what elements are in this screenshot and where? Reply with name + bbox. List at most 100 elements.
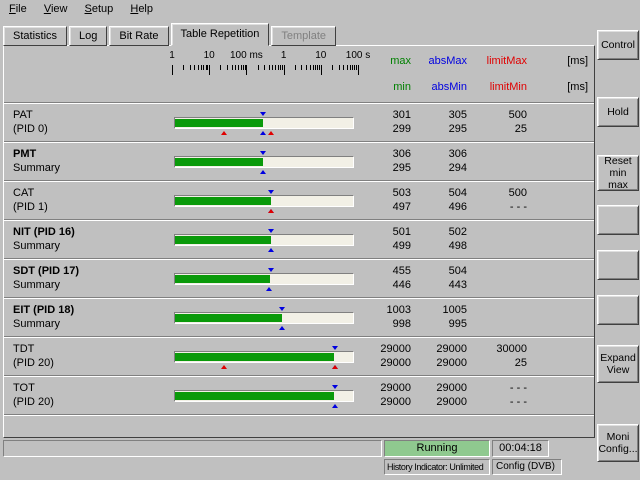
marker-strip-bottom (174, 169, 354, 174)
table-row[interactable]: PAT (PID 0) 301 299 305 295 500 25 (4, 102, 594, 141)
value-max: 501 (358, 225, 411, 239)
abs-min-marker (268, 248, 274, 252)
scale-tick (220, 65, 221, 70)
unit-label-top: [ms] (567, 55, 588, 67)
tab-log[interactable]: Log (69, 26, 107, 46)
tab-table-repetition[interactable]: Table Repetition (171, 23, 270, 46)
table-row[interactable]: CAT (PID 1) 503 497 504 496 500 - - - (4, 180, 594, 219)
value-abs: 504 443 (414, 259, 470, 297)
table-row[interactable]: TOT (PID 20) 29000 29000 29000 29000 - -… (4, 375, 594, 414)
value-max: 503 (358, 186, 411, 200)
header-spacer (4, 46, 172, 102)
softkey-hold[interactable]: Hold (597, 97, 639, 127)
row-subtitle: Summary (13, 239, 172, 253)
time-scale-ruler: 110100 ms110100 s (172, 46, 358, 102)
scale-tick (317, 65, 318, 70)
marker-strip-bottom (174, 364, 354, 369)
scale-tick (321, 65, 322, 75)
row-subtitle: Summary (13, 161, 172, 175)
bar-track (174, 390, 354, 402)
bar-fill (175, 158, 263, 166)
repetition-bar (172, 103, 358, 141)
row-title: EIT (PID 18) (13, 303, 172, 317)
menu-help[interactable]: Help (123, 2, 160, 16)
row-unit-spacer (530, 376, 594, 414)
value-min: 295 (358, 161, 411, 175)
scale-tick (243, 65, 244, 70)
row-label: PAT (PID 0) (4, 103, 172, 141)
value-minmax: 455 446 (358, 259, 414, 297)
value-absmax: 504 (414, 186, 467, 200)
softkey-moni-config[interactable]: Moni Config... (597, 424, 639, 462)
scale-tick (280, 65, 281, 70)
value-limit (470, 220, 530, 258)
col-unit: [ms] [ms] (530, 46, 594, 102)
repetition-bar (172, 181, 358, 219)
bar-track (174, 234, 354, 246)
scale-tick (206, 65, 207, 70)
table-row[interactable]: TDT (PID 20) 29000 29000 29000 29000 300… (4, 336, 594, 375)
value-abs: 502 498 (414, 220, 470, 258)
menu-setup[interactable]: Setup (78, 2, 121, 16)
bar-track (174, 117, 354, 129)
row-subtitle: Summary (13, 317, 172, 331)
tab-statistics[interactable]: Statistics (3, 26, 67, 46)
value-absmin: 498 (414, 239, 467, 253)
softkey-blank-1 (597, 205, 639, 235)
scale-tick (343, 65, 344, 70)
value-absmin: 995 (414, 317, 467, 331)
scale-tick (201, 65, 202, 70)
ts-analyzer-window: File View Setup Help Statistics Log Bit … (0, 0, 640, 20)
table-rows: PAT (PID 0) 301 299 305 295 500 25 (4, 102, 594, 416)
scale-tick (183, 65, 184, 70)
row-subtitle: (PID 20) (13, 356, 172, 370)
table-row[interactable]: PMT Summary 306 295 306 294 (4, 141, 594, 180)
value-absmax: 29000 (414, 381, 467, 395)
row-title: CAT (13, 186, 172, 200)
value-min: 29000 (358, 395, 411, 409)
table-row[interactable]: NIT (PID 16) Summary 501 499 502 498 (4, 219, 594, 258)
softkey-expand-view[interactable]: Expand View (597, 345, 639, 383)
menu-file[interactable]: File (2, 2, 34, 16)
row-title: SDT (PID 17) (13, 264, 172, 278)
abs-max-marker (268, 229, 274, 233)
scale-tick (301, 65, 302, 70)
softkey-control[interactable]: Control (597, 30, 639, 60)
repetition-bar (172, 220, 358, 258)
value-limit (470, 298, 530, 336)
col-abs: absMax absMin (414, 46, 470, 102)
value-limitmax: - - - (470, 381, 527, 395)
value-minmax: 301 299 (358, 103, 414, 141)
scale-tick (347, 65, 348, 70)
scale-tick (238, 65, 239, 70)
row-label: SDT (PID 17) Summary (4, 259, 172, 297)
scale-tick (313, 65, 314, 70)
col-limit: limitMax limitMin (470, 46, 530, 102)
value-abs: 504 496 (414, 181, 470, 219)
scale-tick (235, 65, 236, 70)
table-row[interactable]: SDT (PID 17) Summary 455 446 504 443 (4, 258, 594, 297)
value-min: 299 (358, 122, 411, 136)
value-limitmin: 25 (470, 122, 527, 136)
softkey-reset-min-max[interactable]: Reset min max (597, 155, 639, 191)
abs-min-marker (332, 404, 338, 408)
config-indicator: Config (DVB) (492, 459, 562, 475)
scale-tick (354, 65, 355, 70)
tab-bit-rate[interactable]: Bit Rate (109, 26, 168, 46)
value-absmax: 305 (414, 108, 467, 122)
row-label: NIT (PID 16) Summary (4, 220, 172, 258)
row-title: NIT (PID 16) (13, 225, 172, 239)
row-title: TOT (13, 381, 172, 395)
bar-track (174, 312, 354, 324)
value-max: 455 (358, 264, 411, 278)
scale-tick (227, 65, 228, 70)
table-row[interactable]: EIT (PID 18) Summary 1003 998 1005 995 (4, 297, 594, 336)
col-header-absmin: absMin (432, 81, 467, 93)
row-unit-spacer (530, 103, 594, 141)
row-unit-spacer (530, 220, 594, 258)
value-min: 446 (358, 278, 411, 292)
scale-tick (269, 65, 270, 70)
menu-view[interactable]: View (37, 2, 75, 16)
history-indicator: History Indicator: Unlimited (384, 459, 490, 475)
table-header: 110100 ms110100 s max min absMax absMin … (4, 46, 594, 102)
